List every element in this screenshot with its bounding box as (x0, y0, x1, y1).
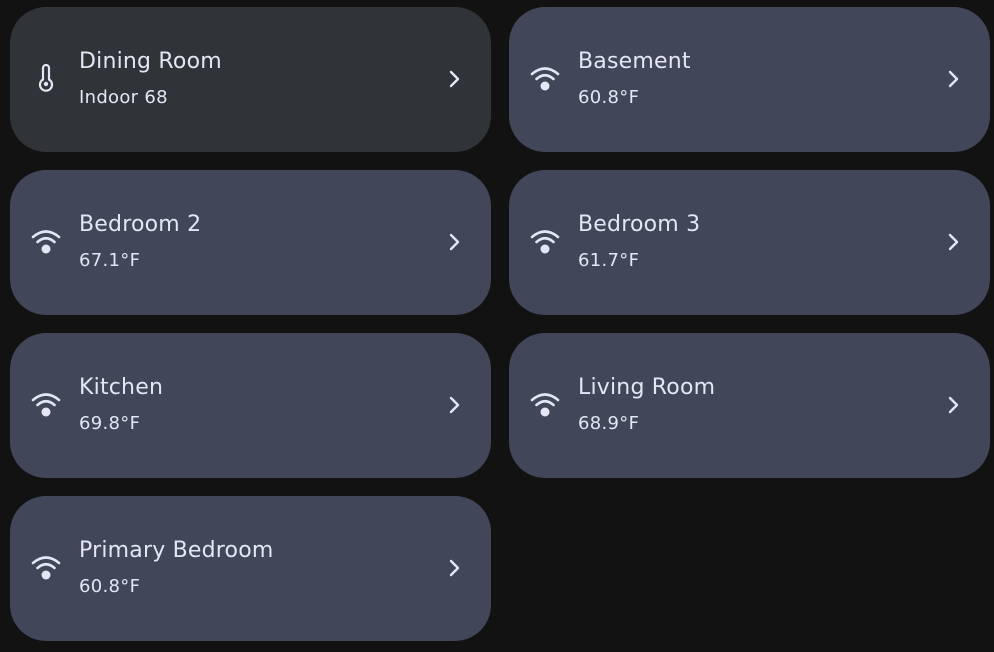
wifi-sensor-icon (529, 62, 561, 94)
tile-bedroom-2[interactable]: Bedroom 2 67.1°F (10, 170, 491, 315)
tile-title: Basement (578, 49, 691, 74)
tile-title: Bedroom 3 (578, 212, 701, 237)
tile-title: Dining Room (79, 49, 222, 74)
chevron-right-icon (447, 232, 463, 252)
chevron-right-icon (447, 395, 463, 415)
wifi-sensor-icon (30, 225, 62, 257)
chevron-right-icon (447, 558, 463, 578)
tile-title: Living Room (578, 375, 716, 400)
tile-title: Bedroom 2 (79, 212, 202, 237)
tile-subtitle: 60.8°F (79, 576, 141, 597)
tile-bedroom-3[interactable]: Bedroom 3 61.7°F (509, 170, 990, 315)
tile-subtitle: 67.1°F (79, 250, 141, 271)
tile-subtitle: 68.9°F (578, 413, 640, 434)
room-tile-grid: Dining Room Indoor 68 Basement 60.8°F Be… (0, 0, 994, 652)
tile-dining-room[interactable]: Dining Room Indoor 68 (10, 7, 491, 152)
thermometer-icon (30, 62, 62, 94)
wifi-sensor-icon (30, 551, 62, 583)
wifi-sensor-icon (529, 225, 561, 257)
tile-subtitle: Indoor 68 (79, 87, 168, 108)
wifi-sensor-icon (30, 388, 62, 420)
chevron-right-icon (447, 69, 463, 89)
tile-basement[interactable]: Basement 60.8°F (509, 7, 990, 152)
tile-kitchen[interactable]: Kitchen 69.8°F (10, 333, 491, 478)
tile-primary-bedroom[interactable]: Primary Bedroom 60.8°F (10, 496, 491, 641)
chevron-right-icon (946, 232, 962, 252)
wifi-sensor-icon (529, 388, 561, 420)
tile-subtitle: 61.7°F (578, 250, 640, 271)
tile-subtitle: 69.8°F (79, 413, 141, 434)
tile-title: Primary Bedroom (79, 538, 274, 563)
tile-subtitle: 60.8°F (578, 87, 640, 108)
chevron-right-icon (946, 69, 962, 89)
chevron-right-icon (946, 395, 962, 415)
tile-title: Kitchen (79, 375, 164, 400)
tile-living-room[interactable]: Living Room 68.9°F (509, 333, 990, 478)
